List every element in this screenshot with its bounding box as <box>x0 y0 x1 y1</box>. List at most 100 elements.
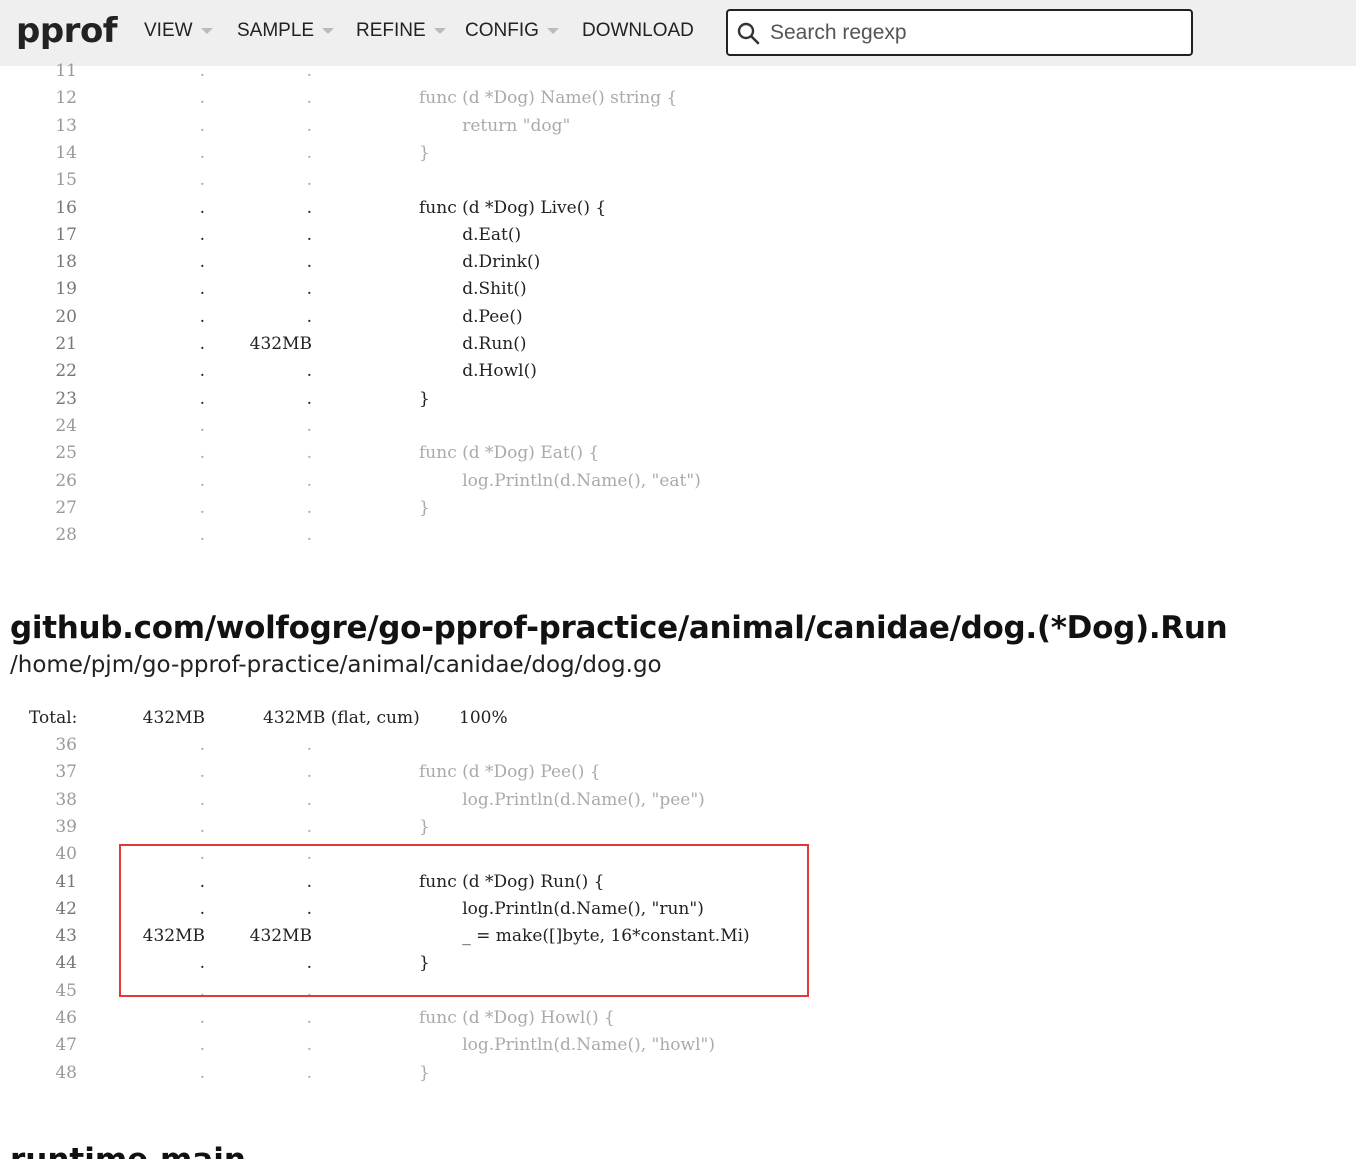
cum-value: . <box>306 115 312 136</box>
flat-value: . <box>199 1035 205 1056</box>
cum-value: . <box>306 142 312 163</box>
source-line: 23..} <box>0 386 900 413</box>
chevron-down-icon <box>322 28 335 34</box>
cum-value: . <box>306 443 312 464</box>
menu-sample[interactable]: SAMPLE <box>237 20 335 42</box>
flat-value: . <box>199 1008 205 1028</box>
line-number: 11 <box>55 61 77 81</box>
source-line: 39..} <box>0 814 900 841</box>
menu-sample-label: SAMPLE <box>237 20 315 41</box>
line-number: 13 <box>55 115 77 136</box>
cum-value: . <box>306 197 312 218</box>
line-number: 14 <box>55 142 77 163</box>
line-number: 28 <box>55 525 77 546</box>
pprof-logo[interactable]: pprof <box>16 11 118 51</box>
line-number: 22 <box>55 361 77 382</box>
flat-value: . <box>199 334 205 354</box>
source-code: return "dog" <box>419 115 571 136</box>
chevron-down-icon <box>546 28 559 34</box>
line-number: 46 <box>55 1008 77 1028</box>
menu-config[interactable]: CONFIG <box>465 20 559 42</box>
flat-value: . <box>199 361 205 382</box>
flat-value: . <box>199 525 205 546</box>
source-line: 16.. func (d *Dog) Live() { <box>0 195 900 222</box>
flat-value: . <box>199 142 205 163</box>
source-line: 19.. d.Shit() <box>0 276 900 303</box>
flat-value: . <box>199 61 205 81</box>
source-code: func (d *Dog) Live() { <box>419 197 607 218</box>
source-code: log.Println(d.Name(), "pee") <box>419 789 705 810</box>
source-line: 17.. d.Eat() <box>0 222 900 249</box>
line-number: 42 <box>55 898 77 919</box>
line-number: 43 <box>55 926 77 947</box>
flat-value: . <box>199 415 205 436</box>
flat-value: . <box>199 497 205 518</box>
total-label: Total: <box>29 708 78 728</box>
line-number: 17 <box>55 224 77 245</box>
source-code: d.Shit() <box>419 279 527 300</box>
cum-value: . <box>306 388 312 409</box>
source-code: func (d *Dog) Eat() { <box>419 443 600 464</box>
flat-value: . <box>199 735 205 755</box>
line-number: 25 <box>55 443 77 464</box>
source-line: 12.. func (d *Dog) Name() string { <box>0 85 900 112</box>
source-code: d.Eat() <box>419 224 522 245</box>
source-line: 36.. <box>0 732 900 759</box>
flat-value: . <box>199 388 205 409</box>
source-code: d.Pee() <box>419 306 523 327</box>
cum-value: . <box>306 170 312 191</box>
source-line: 28.. <box>0 522 900 549</box>
search-box[interactable] <box>726 9 1193 56</box>
flat-value: . <box>199 443 205 464</box>
source-line: 18.. d.Drink() <box>0 249 900 276</box>
line-number: 23 <box>55 388 77 409</box>
cum-value: . <box>306 224 312 245</box>
line-number: 48 <box>55 1062 77 1083</box>
flat-value: . <box>199 252 205 273</box>
line-number: 41 <box>55 871 77 892</box>
menu-refine[interactable]: REFINE <box>356 20 446 42</box>
menu-download-label: DOWNLOAD <box>582 20 694 41</box>
total-percent: 100% <box>459 708 508 728</box>
line-number: 47 <box>55 1035 77 1056</box>
flat-value: . <box>199 762 205 783</box>
flat-value: . <box>199 470 205 491</box>
source-code: log.Println(d.Name(), "eat") <box>419 470 701 491</box>
source-code: func (d *Dog) Howl() { <box>419 1008 615 1028</box>
flat-value: . <box>199 197 205 218</box>
cum-value: . <box>306 252 312 273</box>
flat-value: . <box>199 1062 205 1083</box>
chevron-down-icon <box>433 28 446 34</box>
source-line: 25.. func (d *Dog) Eat() { <box>0 440 900 467</box>
menu-config-label: CONFIG <box>465 20 539 41</box>
cum-value: . <box>306 61 312 81</box>
source-line: 26.. log.Println(d.Name(), "eat") <box>0 468 900 495</box>
line-number: 19 <box>55 279 77 300</box>
cum-value: . <box>306 497 312 518</box>
source-code: d.Howl() <box>419 361 537 382</box>
flat-value: . <box>199 279 205 300</box>
source-code: d.Run() <box>419 334 527 354</box>
flat-value: . <box>199 224 205 245</box>
line-number: 27 <box>55 497 77 518</box>
cum-value: 432MB <box>249 334 312 354</box>
source-code: } <box>419 388 430 409</box>
menu-view[interactable]: VIEW <box>144 20 213 42</box>
source-line: 20.. d.Pee() <box>0 304 900 331</box>
source-line: 14..} <box>0 140 900 167</box>
line-number: 16 <box>55 197 77 218</box>
line-number: 40 <box>55 844 77 865</box>
menu-download[interactable]: DOWNLOAD <box>582 20 694 42</box>
cum-value: . <box>306 1035 312 1056</box>
line-number: 37 <box>55 762 77 783</box>
flat-value: . <box>199 115 205 136</box>
source-line: 27..} <box>0 495 900 522</box>
source-code: func (d *Dog) Name() string { <box>419 88 678 109</box>
cum-value: . <box>306 470 312 491</box>
flat-value: . <box>199 306 205 327</box>
search-input[interactable] <box>768 17 1182 49</box>
line-number: 24 <box>55 415 77 436</box>
source-code: } <box>419 142 430 163</box>
highlight-box <box>119 844 809 997</box>
cum-value: . <box>306 279 312 300</box>
